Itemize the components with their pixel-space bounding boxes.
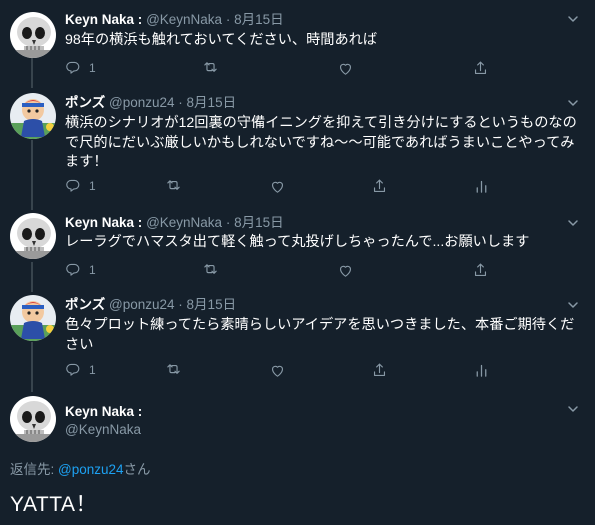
tweet[interactable]: Keyn Naka : @KeynNaka · 8月15日 98年の横浜も触れて… bbox=[0, 0, 595, 85]
reply-count: 1 bbox=[89, 363, 96, 377]
reply-to-handle-link[interactable]: @ponzu24 bbox=[58, 462, 124, 477]
tweet[interactable]: ポンズ @ponzu24 · 8月15日 色々プロット練ってたら素晴らしいアイデ… bbox=[0, 290, 595, 390]
reply-button[interactable]: 1 bbox=[65, 176, 96, 196]
focused-tweet-text: YATTA！ bbox=[10, 493, 97, 516]
reply-to-line: 返信先: @ponzu24さん bbox=[10, 462, 151, 477]
chevron-down-icon[interactable] bbox=[566, 216, 580, 230]
like-icon bbox=[271, 365, 284, 377]
share-button[interactable] bbox=[472, 58, 489, 78]
retweet-icon bbox=[167, 363, 180, 374]
like-button[interactable] bbox=[269, 176, 286, 196]
user-name[interactable]: ポンズ bbox=[65, 95, 105, 110]
tweet-actions: 1 bbox=[65, 58, 495, 78]
avatar[interactable] bbox=[10, 93, 56, 139]
chevron-down-icon[interactable] bbox=[566, 12, 580, 26]
reply-count: 1 bbox=[89, 61, 96, 75]
share-icon bbox=[373, 363, 386, 376]
tweet-date[interactable]: 8月15日 bbox=[187, 297, 237, 312]
like-icon bbox=[271, 181, 284, 193]
chevron-down-icon[interactable] bbox=[566, 96, 580, 110]
user-name[interactable]: Keyn Naka : bbox=[65, 12, 142, 27]
tweet-actions: 1 bbox=[65, 176, 505, 196]
tweet-text: 98年の横浜も触れておいてください、時間あれば bbox=[65, 32, 378, 48]
share-icon bbox=[474, 61, 487, 74]
reply-button[interactable]: 1 bbox=[65, 260, 96, 280]
reply-icon bbox=[66, 61, 80, 74]
user-handle[interactable]: @ponzu24 bbox=[109, 297, 175, 312]
tweet[interactable]: Keyn Naka : @KeynNaka · 8月15日 レーラグでハマスタ出… bbox=[0, 208, 595, 290]
reply-icon bbox=[66, 363, 80, 376]
retweet-button[interactable] bbox=[202, 260, 219, 280]
share-icon bbox=[474, 263, 487, 276]
share-button[interactable] bbox=[472, 260, 489, 280]
tweet-text: 横浜のシナリオが12回裏の守備イニングを抑えて引き分けにするというものなので尺的… bbox=[65, 115, 577, 170]
avatar[interactable] bbox=[10, 295, 56, 341]
tweet-date[interactable]: 8月15日 bbox=[234, 12, 284, 27]
user-name[interactable]: Keyn Naka : bbox=[65, 404, 142, 419]
tweet-text: レーラグでハマスタ出て軽く触って丸投げしちゃったんで...お願いします bbox=[65, 234, 530, 250]
like-icon bbox=[339, 63, 352, 75]
retweet-button[interactable] bbox=[202, 58, 219, 78]
retweet-icon bbox=[204, 61, 217, 72]
chevron-down-icon[interactable] bbox=[566, 298, 580, 312]
share-icon bbox=[373, 179, 386, 192]
retweet-icon bbox=[204, 263, 217, 274]
chevron-down-icon[interactable] bbox=[566, 402, 580, 416]
tweet-date[interactable]: 8月15日 bbox=[187, 95, 237, 110]
reply-icon bbox=[66, 179, 80, 192]
like-button[interactable] bbox=[337, 58, 354, 78]
reply-count: 1 bbox=[89, 179, 96, 193]
user-name[interactable]: ポンズ bbox=[65, 297, 105, 312]
reply-button[interactable]: 1 bbox=[65, 360, 96, 380]
share-button[interactable] bbox=[371, 360, 388, 380]
reply-icon bbox=[66, 263, 80, 276]
like-button[interactable] bbox=[337, 260, 354, 280]
like-button[interactable] bbox=[269, 360, 286, 380]
user-handle[interactable]: @KeynNaka bbox=[146, 12, 222, 27]
retweet-button[interactable] bbox=[165, 360, 182, 380]
reply-button[interactable]: 1 bbox=[65, 58, 96, 78]
analytics-icon bbox=[476, 180, 487, 193]
analytics-button[interactable] bbox=[473, 360, 490, 380]
user-handle[interactable]: @ponzu24 bbox=[109, 95, 175, 110]
tweet-actions: 1 bbox=[65, 360, 505, 380]
retweet-button[interactable] bbox=[165, 176, 182, 196]
user-handle[interactable]: @KeynNaka bbox=[146, 215, 222, 230]
share-button[interactable] bbox=[371, 176, 388, 196]
tweet[interactable]: ポンズ @ponzu24 · 8月15日 横浜のシナリオが12回裏の守備イニング… bbox=[0, 88, 595, 208]
tweet-date[interactable]: 8月15日 bbox=[234, 215, 284, 230]
avatar[interactable] bbox=[10, 12, 56, 58]
user-handle[interactable]: @KeynNaka bbox=[65, 421, 141, 439]
reply-count: 1 bbox=[89, 263, 96, 277]
avatar[interactable] bbox=[10, 213, 56, 259]
user-name[interactable]: Keyn Naka : bbox=[65, 215, 142, 230]
retweet-icon bbox=[167, 179, 180, 190]
analytics-button[interactable] bbox=[473, 176, 490, 196]
analytics-icon bbox=[476, 364, 487, 377]
avatar[interactable] bbox=[10, 396, 56, 442]
tweet-text: 色々プロット練ってたら素晴らしいアイデアを思いつきました、本番ご期待ください bbox=[65, 317, 575, 353]
like-icon bbox=[339, 265, 352, 277]
tweet-actions: 1 bbox=[65, 260, 495, 280]
